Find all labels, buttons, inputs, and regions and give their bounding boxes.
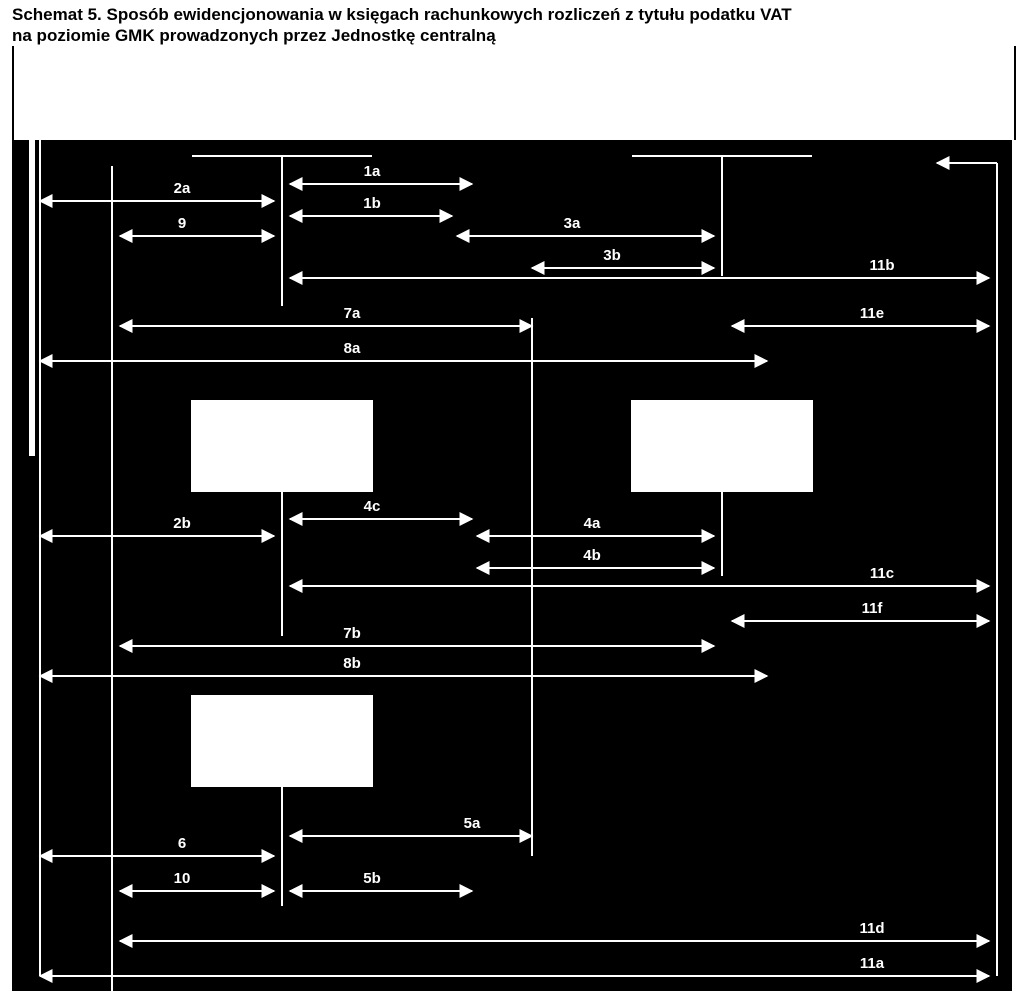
label-11f: 11f xyxy=(862,600,884,617)
label-11d: 11d xyxy=(859,920,884,937)
white-box-b-2 xyxy=(192,696,372,786)
label-9: 9 xyxy=(178,215,186,232)
diagram-svg: 1a 2a 1b 9 3a 3b 11b 7a xyxy=(12,46,1012,991)
title-line-1: Schemat 5. Sposób ewidencjonowania w ksi… xyxy=(12,5,792,24)
title-line-2: na poziomie GMK prowadzonych przez Jedno… xyxy=(12,26,496,45)
label-6: 6 xyxy=(178,835,186,852)
label-1b: 1b xyxy=(363,195,381,212)
label-11b: 11b xyxy=(869,257,894,274)
label-4b: 4b xyxy=(583,547,601,564)
label-2a: 2a xyxy=(174,180,191,197)
label-1a: 1a xyxy=(364,163,381,180)
white-box-b-1 xyxy=(192,401,372,491)
label-5b: 5b xyxy=(363,870,381,887)
label-3b: 3b xyxy=(603,247,621,264)
label-7b: 7b xyxy=(343,625,361,642)
schema-title: Schemat 5. Sposób ewidencjonowania w ksi… xyxy=(12,4,1012,46)
label-5a: 5a xyxy=(464,815,481,832)
label-11c: 11c xyxy=(870,565,894,582)
white-box-c-1 xyxy=(632,401,812,491)
label-11a: 11a xyxy=(860,955,885,972)
label-4a: 4a xyxy=(584,515,601,532)
label-3a: 3a xyxy=(564,215,581,232)
label-8b: 8b xyxy=(343,655,361,672)
label-8a: 8a xyxy=(344,340,361,357)
label-11e: 11e xyxy=(860,305,884,322)
diagram-canvas: 1a 2a 1b 9 3a 3b 11b 7a xyxy=(12,46,1012,991)
label-2b: 2b xyxy=(173,515,191,532)
label-4c: 4c xyxy=(364,498,381,515)
label-7a: 7a xyxy=(344,305,361,322)
label-10: 10 xyxy=(174,870,191,887)
